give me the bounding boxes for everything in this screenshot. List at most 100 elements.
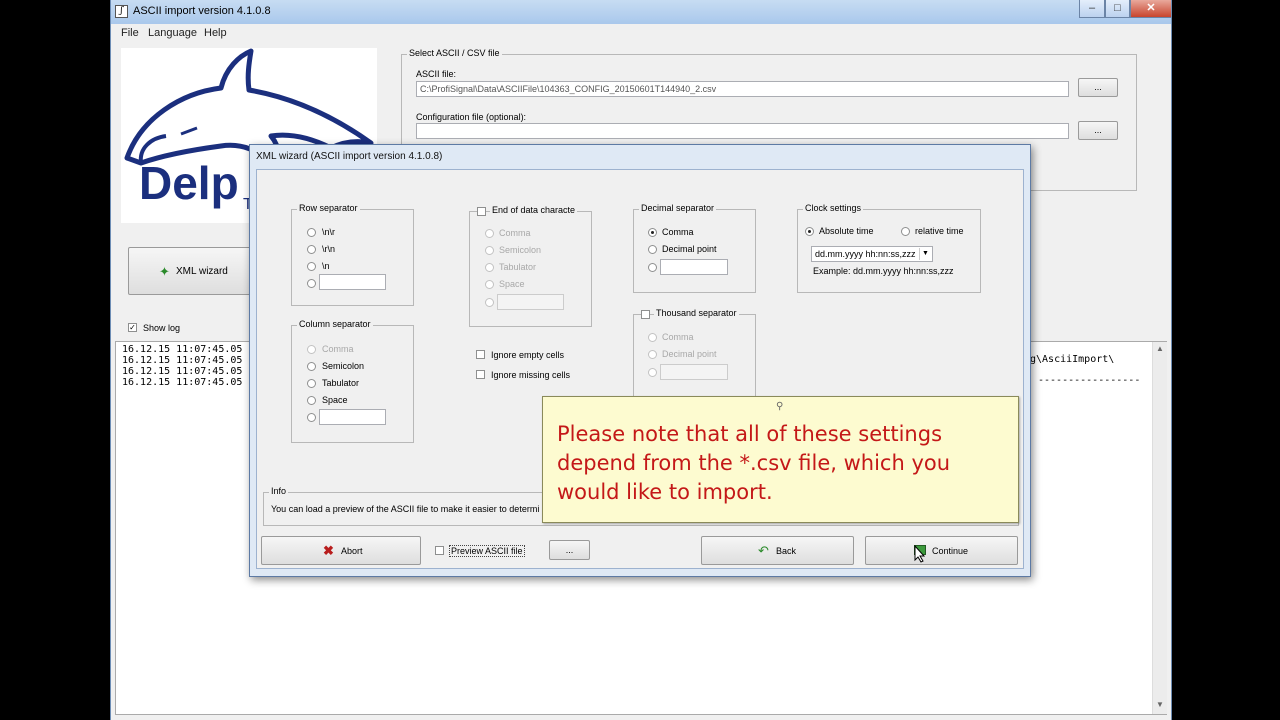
radio-thousand-point-label: Decimal point	[662, 349, 717, 359]
radio-absolute-time[interactable]	[805, 227, 814, 236]
radio-end-space-label: Space	[499, 279, 525, 289]
menu-file[interactable]: File	[121, 27, 139, 39]
radio-decimal-point[interactable]	[648, 245, 657, 254]
radio-col-comma[interactable]	[307, 345, 316, 354]
radio-absolute-time-label: Absolute time	[819, 226, 874, 236]
row-custom-input[interactable]	[319, 274, 386, 290]
info-text: You can load a preview of the ASCII file…	[271, 504, 540, 514]
mouse-cursor-icon	[914, 545, 926, 563]
radio-end-tabulator[interactable]	[485, 263, 494, 272]
column-separator-title: Column separator	[297, 319, 373, 329]
radio-row-n[interactable]	[307, 262, 316, 271]
back-button[interactable]: ↶ Back	[701, 536, 854, 565]
clock-settings-group: Clock settings Absolute time relative ti…	[797, 203, 981, 293]
minimize-button[interactable]: –	[1079, 0, 1105, 18]
radio-col-custom[interactable]	[307, 413, 316, 422]
ignore-empty-checkbox[interactable]	[476, 350, 485, 359]
radio-col-semicolon-label: Semicolon	[322, 361, 365, 371]
abort-label: Abort	[341, 546, 363, 556]
decimal-custom-input[interactable]	[660, 259, 728, 275]
time-format-select[interactable]: dd.mm.yyyy hh:nn:ss,zzz ▼	[811, 246, 933, 262]
ascii-file-input[interactable]: C:\ProfiSignal\Data\ASCIIFile\104363_CON…	[416, 81, 1069, 97]
scroll-down-icon[interactable]: ▼	[1156, 700, 1164, 709]
radio-end-space[interactable]	[485, 280, 494, 289]
show-log-checkbox[interactable]: ✓	[128, 323, 137, 332]
back-label: Back	[776, 546, 797, 556]
menu-bar: File Language Help	[111, 24, 1171, 43]
preview-browse-button[interactable]: ...	[549, 540, 590, 560]
preview-checkbox[interactable]	[435, 546, 444, 555]
config-file-input[interactable]	[416, 123, 1069, 139]
app-icon: ʃ	[115, 5, 128, 18]
xml-wizard-button[interactable]: ✦ XML wizard	[128, 247, 258, 295]
info-title: Info	[269, 486, 289, 496]
log-line: 16.12.15 11:07:45.05	[122, 355, 243, 366]
radio-decimal-point-label: Decimal point	[662, 244, 717, 254]
dialog-title: XML wizard (ASCII import version 4.1.0.8…	[256, 151, 443, 162]
ascii-browse-button[interactable]: ...	[1078, 78, 1118, 97]
annotation-note: ⚲ Please note that all of these settings…	[542, 396, 1019, 523]
chevron-down-icon[interactable]: ▼	[919, 248, 931, 260]
row-separator-title: Row separator	[297, 203, 360, 213]
log-scrollbar[interactable]: ▲ ▼	[1152, 342, 1167, 714]
decimal-separator-group: Decimal separator Comma Decimal point	[633, 203, 756, 293]
radio-row-nr[interactable]	[307, 228, 316, 237]
radio-col-semicolon[interactable]	[307, 362, 316, 371]
thousand-custom-input[interactable]	[660, 364, 728, 380]
xml-wizard-label: XML wizard	[176, 266, 228, 277]
radio-col-comma-label: Comma	[322, 344, 354, 354]
radio-relative-time[interactable]	[901, 227, 910, 236]
menu-language[interactable]: Language	[148, 27, 197, 39]
window-title: ASCII import version 4.1.0.8	[133, 5, 271, 17]
menu-help[interactable]: Help	[204, 27, 227, 39]
radio-col-tabulator[interactable]	[307, 379, 316, 388]
continue-button[interactable]: Continue	[865, 536, 1018, 565]
row-separator-group: Row separator \n\r \r\n \n	[291, 203, 414, 306]
radio-col-space-label: Space	[322, 395, 348, 405]
abort-button[interactable]: ✖ Abort	[261, 536, 421, 565]
radio-decimal-custom[interactable]	[648, 263, 657, 272]
abort-icon: ✖	[323, 543, 334, 558]
config-file-label: Configuration file (optional):	[416, 112, 527, 122]
radio-end-tabulator-label: Tabulator	[499, 262, 537, 272]
radio-decimal-comma[interactable]	[648, 228, 657, 237]
ignore-missing-label: Ignore missing cells	[491, 370, 571, 380]
radio-end-comma[interactable]	[485, 229, 494, 238]
pin-icon: ⚲	[776, 401, 784, 412]
log-path-text: g\AsciiImport\	[1030, 354, 1115, 365]
close-button[interactable]: ✕	[1130, 0, 1171, 18]
radio-end-semicolon-label: Semicolon	[499, 245, 542, 255]
log-line: 16.12.15 11:07:45.05	[122, 366, 243, 377]
radio-col-tabulator-label: Tabulator	[322, 378, 360, 388]
col-custom-input[interactable]	[319, 409, 386, 425]
radio-thousand-point[interactable]	[648, 350, 657, 359]
radio-end-semicolon[interactable]	[485, 246, 494, 255]
radio-thousand-comma-label: Comma	[662, 332, 694, 342]
radio-end-custom[interactable]	[485, 298, 494, 307]
radio-col-space[interactable]	[307, 396, 316, 405]
select-file-title: Select ASCII / CSV file	[407, 48, 502, 58]
thousand-separator-title: Thousand separator	[654, 308, 739, 318]
wizard-icon: ✦	[159, 264, 170, 279]
thousand-separator-checkbox[interactable]	[641, 310, 650, 319]
radio-row-custom[interactable]	[307, 279, 316, 288]
end-custom-input[interactable]	[497, 294, 564, 310]
radio-row-rn-label: \r\n	[322, 244, 336, 254]
radio-row-rn[interactable]	[307, 245, 316, 254]
ascii-file-label: ASCII file:	[416, 69, 457, 79]
end-of-data-checkbox[interactable]	[477, 207, 486, 216]
radio-end-comma-label: Comma	[499, 228, 531, 238]
radio-thousand-comma[interactable]	[648, 333, 657, 342]
maximize-button[interactable]: □	[1105, 0, 1130, 18]
logo-text: Delp	[139, 157, 239, 209]
continue-label: Continue	[932, 546, 969, 556]
ignore-missing-checkbox[interactable]	[476, 370, 485, 379]
config-browse-button[interactable]: ...	[1078, 121, 1118, 140]
preview-label: Preview ASCII file	[449, 545, 525, 557]
decimal-separator-title: Decimal separator	[639, 203, 717, 213]
column-separator-group: Column separator Comma Semicolon Tabulat…	[291, 319, 414, 443]
radio-thousand-custom[interactable]	[648, 368, 657, 377]
end-of-data-group: End of data characte Comma Semicolon Tab…	[469, 205, 592, 327]
title-bar[interactable]: ʃ ASCII import version 4.1.0.8 – □ ✕	[111, 0, 1171, 24]
scroll-up-icon[interactable]: ▲	[1156, 344, 1164, 353]
